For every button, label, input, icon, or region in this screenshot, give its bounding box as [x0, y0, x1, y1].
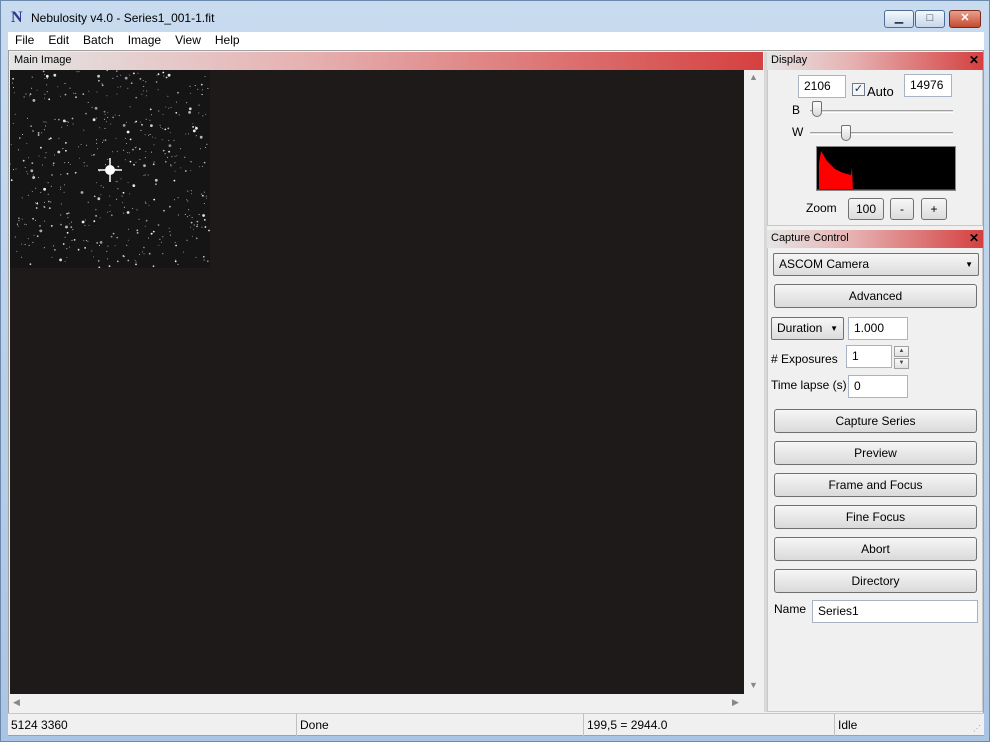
w-slider-label: W	[792, 125, 804, 139]
capture-close-icon[interactable]: ✕	[969, 230, 979, 247]
maximize-button[interactable]: □	[915, 10, 945, 28]
main-image-title: Main Image	[10, 52, 763, 70]
menu-edit[interactable]: Edit	[41, 32, 76, 50]
status-dimensions: 5124 3360	[8, 714, 297, 736]
w-slider-track	[810, 132, 953, 135]
display-panel: 2106 ✓ Auto 14976 B W Zoom 100 - +	[767, 70, 983, 226]
status-state: Idle	[838, 718, 858, 732]
fine-focus-button[interactable]: Fine Focus	[774, 505, 977, 529]
capture-title-text: Capture Control	[771, 232, 849, 244]
status-message: Done	[297, 714, 584, 736]
close-window-button[interactable]: ✕	[949, 10, 981, 28]
duration-mode-select[interactable]: Duration ▼	[771, 317, 844, 340]
black-point-field[interactable]: 2106	[798, 75, 846, 98]
auto-label: Auto	[867, 84, 894, 99]
timelapse-input[interactable]: 0	[848, 375, 908, 398]
menu-image[interactable]: Image	[121, 32, 168, 50]
capture-control-panel: ASCOM Camera ▼ Advanced Duration ▼ 1.000…	[767, 248, 983, 712]
display-title-text: Display	[771, 54, 808, 66]
exposures-label: # Exposures	[771, 352, 838, 366]
nebulosity-logo-icon: N	[11, 9, 23, 26]
menu-view[interactable]: View	[168, 32, 208, 50]
capture-panel-title: Capture Control ✕	[767, 230, 983, 248]
client-area: Main Image ▲ ▼ ◀ ▶ Display ✕ 2106 ✓ Auto…	[8, 50, 984, 736]
minimize-button[interactable]: ▁	[884, 10, 914, 28]
timelapse-label: Time lapse (s)	[771, 378, 847, 392]
zoom-label: Zoom	[806, 201, 837, 215]
horizontal-scrollbar[interactable]: ◀ ▶	[10, 694, 744, 711]
status-pixel-readout: 199,5 = 2944.0	[584, 714, 835, 736]
menu-bar: File Edit Batch Image View Help	[8, 32, 984, 50]
duration-mode-value: Duration	[777, 321, 823, 335]
advanced-button[interactable]: Advanced	[774, 284, 977, 308]
display-close-icon[interactable]: ✕	[969, 52, 979, 69]
exposures-input[interactable]: 1	[846, 345, 892, 368]
directory-button[interactable]: Directory	[774, 569, 977, 593]
histogram-graph	[817, 151, 955, 190]
chevron-down-icon: ▼	[830, 324, 838, 333]
histogram-curve	[819, 151, 853, 190]
chevron-down-icon: ▼	[965, 260, 973, 269]
display-panel-title: Display ✕	[767, 52, 983, 70]
menu-batch[interactable]: Batch	[76, 32, 121, 50]
star-field-image	[10, 70, 210, 268]
resize-grip-icon[interactable]: ⋰	[973, 724, 981, 733]
zoom-value-button[interactable]: 100	[848, 198, 884, 220]
capture-series-button[interactable]: Capture Series	[774, 409, 977, 433]
preview-button[interactable]: Preview	[774, 441, 977, 465]
zoom-in-button[interactable]: +	[921, 198, 947, 220]
scroll-right-icon[interactable]: ▶	[732, 697, 739, 708]
b-slider-thumb[interactable]	[812, 101, 823, 117]
frame-and-focus-button[interactable]: Frame and Focus	[774, 473, 977, 497]
scroll-up-icon[interactable]: ▲	[749, 72, 758, 82]
b-slider-label: B	[792, 103, 801, 117]
scroll-down-icon[interactable]: ▼	[749, 680, 758, 690]
b-slider-track	[810, 110, 953, 113]
duration-input[interactable]: 1.000	[848, 317, 908, 340]
title-bar[interactable]: N Nebulosity v4.0 - Series1_001-1.fit ▁ …	[1, 1, 989, 32]
main-image-canvas[interactable]	[10, 70, 744, 694]
series-name-input[interactable]: Series1	[812, 600, 978, 623]
auto-checkbox[interactable]: ✓	[852, 83, 865, 96]
exposures-up-icon[interactable]: ▲	[894, 346, 909, 357]
histogram-display	[816, 146, 956, 191]
window-title: Nebulosity v4.0 - Series1_001-1.fit	[31, 11, 215, 25]
menu-file[interactable]: File	[8, 32, 41, 50]
vertical-scrollbar[interactable]: ▲ ▼	[744, 70, 762, 694]
camera-select[interactable]: ASCOM Camera ▼	[773, 253, 979, 276]
status-bar: 5124 3360 Done 199,5 = 2944.0 Idle ⋰	[8, 713, 984, 736]
camera-select-value: ASCOM Camera	[779, 257, 870, 271]
name-label: Name	[774, 602, 807, 616]
zoom-out-button[interactable]: -	[890, 198, 914, 220]
abort-button[interactable]: Abort	[774, 537, 977, 561]
scroll-left-icon[interactable]: ◀	[13, 697, 20, 708]
white-point-field[interactable]: 14976	[904, 74, 952, 97]
w-slider-thumb[interactable]	[840, 125, 851, 141]
exposures-down-icon[interactable]: ▼	[894, 358, 909, 369]
app-window: N Nebulosity v4.0 - Series1_001-1.fit ▁ …	[0, 0, 990, 742]
menu-help[interactable]: Help	[208, 32, 247, 50]
